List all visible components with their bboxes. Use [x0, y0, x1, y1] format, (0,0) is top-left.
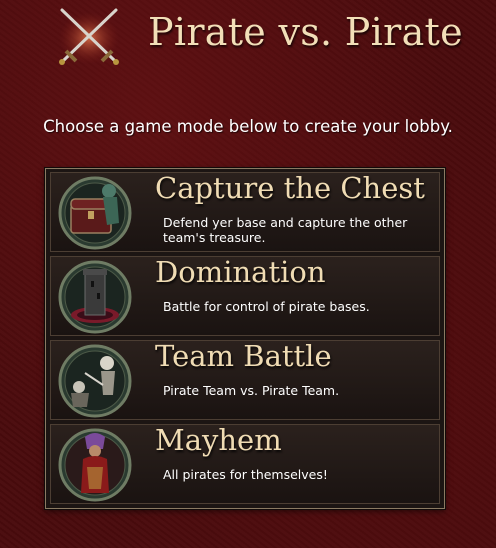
mode-mayhem[interactable]: Mayhem All pirates for themselves! [50, 423, 440, 504]
treasure-chest-icon [58, 176, 132, 250]
page-title: Pirate vs. Pirate [148, 10, 463, 54]
pirate-figure-icon [58, 428, 132, 502]
instruction-text: Choose a game mode below to create your … [43, 117, 453, 136]
mode-description: All pirates for themselves! [163, 467, 328, 482]
skeleton-duel-icon [58, 344, 132, 418]
mode-description: Battle for control of pirate bases. [163, 299, 370, 314]
mode-capture-the-chest[interactable]: Capture the Chest Defend yer base and ca… [50, 171, 440, 252]
mode-name: Team Battle [155, 339, 332, 373]
header: Pirate vs. Pirate [0, 0, 496, 80]
mode-name: Mayhem [155, 423, 282, 457]
mode-name: Domination [155, 255, 326, 289]
tower-icon [58, 260, 132, 334]
game-mode-list: Capture the Chest Defend yer base and ca… [45, 168, 445, 509]
crossed-swords-icon [59, 8, 119, 65]
mode-description: Defend yer base and capture the other te… [163, 215, 408, 245]
mode-description: Pirate Team vs. Pirate Team. [163, 383, 340, 398]
mode-name: Capture the Chest [155, 171, 425, 205]
mode-team-battle[interactable]: Team Battle Pirate Team vs. Pirate Team. [50, 339, 440, 420]
mode-domination[interactable]: Domination Battle for control of pirate … [50, 255, 440, 336]
